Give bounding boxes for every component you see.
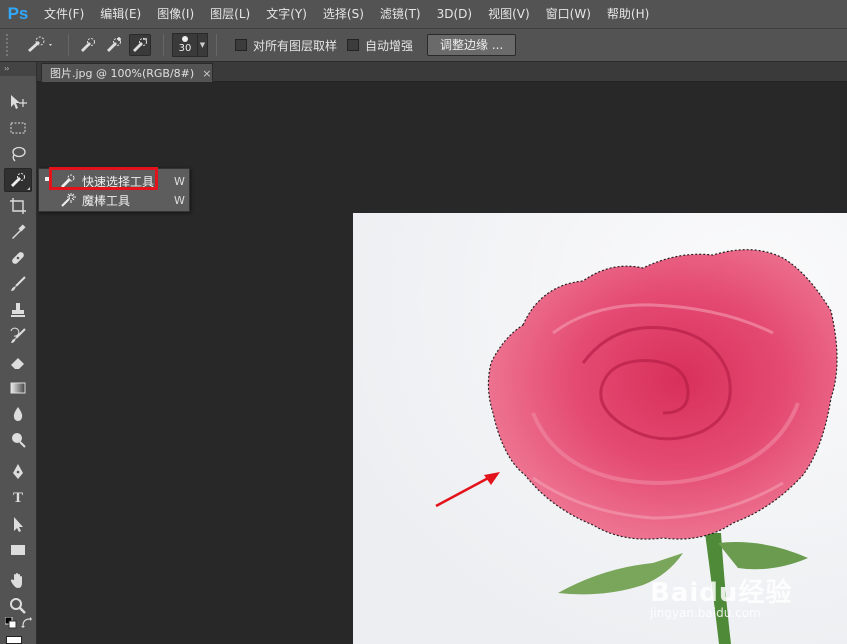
menu-type[interactable]: 文字(Y)	[258, 0, 315, 28]
refine-edge-button[interactable]: 调整边缘 ...	[427, 34, 517, 56]
photoshop-logo: Ps	[7, 4, 29, 23]
move-icon	[11, 95, 27, 109]
flyout-item-label: 魔棒工具	[82, 193, 131, 208]
flyout-item-shortcut: W	[174, 174, 185, 188]
dodge-tool[interactable]	[4, 428, 32, 452]
watermark-brand: Baidu经验	[650, 578, 793, 608]
quick-selection-icon	[11, 173, 25, 187]
crop-icon	[10, 198, 26, 214]
toolbox: ›› T	[0, 62, 37, 644]
brush-dropdown-arrow[interactable]: ▼	[198, 33, 208, 57]
options-separator	[163, 34, 164, 56]
history-brush-tool[interactable]	[4, 324, 32, 348]
brush-add-icon	[107, 37, 121, 52]
zoom-tool[interactable]	[4, 594, 32, 618]
path-selection-tool[interactable]	[4, 512, 32, 536]
pen-tool[interactable]	[4, 460, 32, 484]
menu-filter[interactable]: 滤镜(T)	[372, 0, 429, 28]
rect-marquee-icon	[10, 122, 26, 134]
clone-stamp-tool[interactable]	[4, 298, 32, 322]
eyedropper-icon	[12, 224, 26, 239]
move-tool[interactable]	[4, 90, 32, 114]
type-tool[interactable]: T	[4, 486, 32, 510]
sample-all-layers-checkbox[interactable]: 对所有图层取样	[235, 37, 337, 54]
swap-colors-icon[interactable]	[20, 616, 34, 630]
annotation-highlight-box	[49, 167, 158, 190]
quick-selection-tool[interactable]	[4, 168, 32, 192]
options-grip[interactable]	[6, 34, 14, 56]
rectangle-icon	[11, 545, 25, 555]
new-selection-button[interactable]	[77, 34, 99, 56]
menu-select[interactable]: 选择(S)	[315, 0, 372, 28]
options-bar: 30 ▼ 对所有图层取样 自动增强 调整边缘 ...	[0, 28, 847, 62]
document-tab[interactable]: 图片.jpg @ 100%(RGB/8#) ×	[41, 63, 213, 82]
marquee-tool[interactable]	[4, 116, 32, 140]
auto-enhance-checkbox[interactable]: 自动增强	[347, 37, 413, 54]
menu-layer[interactable]: 图层(L)	[202, 0, 258, 28]
gradient-icon	[10, 382, 26, 394]
auto-enhance-label: 自动增强	[365, 38, 414, 53]
flyout-item-shortcut: W	[174, 193, 185, 207]
default-colors-icon[interactable]	[4, 616, 18, 630]
crop-tool[interactable]	[4, 194, 32, 218]
brush-tool[interactable]	[4, 272, 32, 296]
submenu-corner-icon	[27, 187, 30, 190]
eraser-icon	[11, 358, 24, 369]
checkbox-box[interactable]	[235, 39, 247, 51]
annotation-arrow	[435, 472, 500, 508]
magic-wand-icon	[57, 192, 79, 208]
document-tab-title: 图片.jpg @ 100%(RGB/8#)	[50, 67, 195, 80]
eyedropper-tool[interactable]	[4, 220, 32, 244]
watermark-url: jingyan.baidu.com	[650, 606, 761, 620]
brush-subtract-icon	[133, 38, 147, 52]
history-brush-icon	[10, 327, 26, 343]
hand-tool[interactable]	[4, 568, 32, 592]
menu-help[interactable]: 帮助(H)	[599, 0, 657, 28]
hand-icon	[10, 573, 22, 588]
rectangle-tool[interactable]	[4, 538, 32, 562]
foreground-color-swatch[interactable]	[6, 636, 22, 644]
water-drop-icon	[13, 407, 23, 421]
close-icon[interactable]: ×	[202, 67, 211, 80]
blur-tool[interactable]	[4, 402, 32, 426]
tool-preset-picker[interactable]	[20, 33, 60, 57]
options-separator	[68, 34, 69, 56]
checkbox-box[interactable]	[347, 39, 360, 51]
menu-window[interactable]: 窗口(W)	[538, 0, 599, 28]
stamp-icon	[11, 303, 25, 317]
options-separator	[216, 34, 217, 56]
menu-3d[interactable]: 3D(D)	[429, 0, 480, 28]
lasso-icon	[12, 146, 26, 162]
path-selection-icon	[14, 517, 23, 532]
pen-icon	[13, 464, 23, 479]
menu-edit[interactable]: 编辑(E)	[92, 0, 149, 28]
menu-image[interactable]: 图像(I)	[149, 0, 202, 28]
document-tab-bar: 图片.jpg @ 100%(RGB/8#) ×	[37, 62, 847, 82]
magnifier-icon	[10, 598, 26, 614]
brush-icon	[11, 276, 26, 291]
healing-brush-tool[interactable]	[4, 246, 32, 270]
brush-new-icon	[81, 38, 95, 52]
menu-file[interactable]: 文件(F)	[36, 0, 92, 28]
flyout-item-magic-wand[interactable]: 魔棒工具 W	[39, 190, 189, 210]
type-icon: T	[12, 489, 23, 506]
eraser-tool[interactable]	[4, 350, 32, 374]
toolbox-collapse-handle[interactable]: ››	[0, 62, 36, 76]
add-to-selection-button[interactable]	[103, 34, 125, 56]
dodge-icon	[12, 433, 26, 448]
subtract-from-selection-button[interactable]	[129, 34, 151, 56]
menu-view[interactable]: 视图(V)	[480, 0, 538, 28]
lasso-tool[interactable]	[4, 142, 32, 166]
bandage-icon	[12, 252, 24, 264]
sample-all-layers-label: 对所有图层取样	[253, 38, 338, 53]
brush-size-value: 30	[178, 43, 192, 54]
brush-size-picker[interactable]: 30	[172, 33, 198, 57]
brush-dot-icon	[182, 36, 188, 42]
quick-selection-icon	[28, 36, 52, 52]
gradient-tool[interactable]	[4, 376, 32, 400]
menu-bar: Ps 文件(F) 编辑(E) 图像(I) 图层(L) 文字(Y) 选择(S) 滤…	[0, 0, 847, 28]
